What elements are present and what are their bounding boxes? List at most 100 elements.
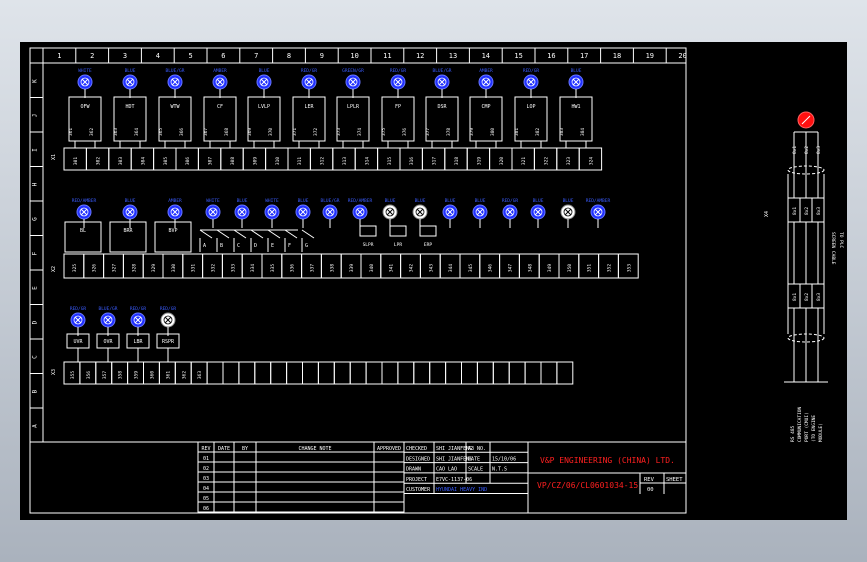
relay-box (109, 221, 147, 253)
relay-label: LER (304, 104, 314, 110)
relay-coil: BVP (154, 221, 192, 253)
relay-coil: WTW 365 366 (158, 96, 192, 148)
wire (250, 229, 264, 239)
contact: A (199, 229, 213, 252)
terminal-number: 8x2 (804, 207, 810, 215)
relay-box (389, 225, 407, 237)
terminal (270, 361, 288, 385)
info-label: DRAWN (406, 467, 421, 473)
lamp-label: AMBER (479, 68, 493, 74)
indicator-lamp: RED/AMBER (72, 198, 96, 228)
terminal (317, 361, 335, 385)
terminal-number: 303 (118, 157, 124, 165)
relay-label: ERP (424, 242, 432, 248)
terminal-number: 361 (165, 371, 171, 379)
contact: B (216, 229, 230, 252)
indicator-lamp: WHITE (77, 68, 93, 98)
terminal-number: 313 (342, 157, 348, 165)
terminal-number: 343 (428, 264, 434, 272)
info-value: 15/10/06 (492, 456, 516, 462)
rev-number: 02 (203, 466, 209, 472)
terminal-number: 334 (250, 264, 256, 272)
terminal (349, 361, 367, 385)
lamp-label: RED/GR (160, 306, 177, 312)
indicator-lamp: WHITE (264, 198, 280, 228)
drawing-frame (29, 47, 687, 514)
revision-table: REV DATE BY CHANGE NOTE APPROVED 01 02 03 04 05 06 (197, 441, 405, 513)
terminal-number: 346 (488, 264, 494, 272)
lamp-label: RED/GR (70, 306, 87, 312)
terminal-strip-x3: 355 356 357 358 359 360 361 362 363 (63, 361, 574, 385)
terminal-number: 314 (364, 157, 370, 165)
row-letter: I (32, 148, 39, 152)
column-number: 13 (449, 52, 457, 60)
column-number: 11 (383, 52, 391, 60)
indicator-lamp: BLUE (442, 198, 458, 228)
terminal-strip-x1: 301 302 303 304 305 306 307 308 309 310 311 312 313 3… (63, 147, 603, 171)
wire-number: 370 (268, 128, 274, 136)
terminal-number: 306 (185, 157, 191, 165)
column-number: 1 (57, 52, 61, 60)
column-number: 12 (416, 52, 424, 60)
relay-label: WTW (170, 104, 180, 110)
terminal-number: 357 (102, 371, 108, 379)
terminal (524, 361, 542, 385)
lamp-label: RED/GR (502, 198, 519, 204)
terminal-number: 305 (163, 157, 169, 165)
core-label: 8x1 (792, 146, 798, 154)
wire-number: 372 (313, 128, 319, 136)
drawing-sheet: 1 2 3 4 5 6 7 8 9 10 11 12 13 14 15 16 17 18 19 20 KJIHGFED… (20, 42, 847, 520)
port-note: COMMUNICATION (797, 406, 803, 442)
lamp-label: BLUE (385, 198, 396, 204)
info-label: DATE (468, 456, 480, 462)
info-label: CHECKED (406, 446, 427, 452)
wire (199, 229, 213, 239)
lamp-label: WHITE (78, 68, 92, 74)
terminal-number: 311 (297, 157, 303, 165)
rev-number: 06 (203, 506, 209, 512)
wire-number: 381 (514, 128, 520, 136)
relay-label: UVR (73, 339, 83, 345)
relay-label: HDT (125, 104, 134, 110)
wire-number: 382 (535, 128, 541, 136)
contact-label: B (220, 243, 223, 249)
wire-number: 368 (224, 128, 230, 136)
terminal-number: 359 (134, 371, 140, 379)
relay-box (419, 225, 437, 237)
relay-coil: FP 375 376 (381, 96, 415, 148)
lamp-label: AMBER (168, 198, 182, 204)
indicator-lamp: GREEN/GR (342, 68, 364, 98)
terminal (413, 361, 431, 385)
wire (301, 229, 315, 239)
column-number: 18 (613, 52, 621, 60)
indicator-lamp: BLUE (568, 68, 584, 98)
info-value: CAO LAO (436, 467, 457, 473)
row-letter: E (32, 286, 39, 290)
wire-number: 365 (158, 128, 164, 136)
column-number: 5 (188, 52, 192, 60)
terminal-number: 341 (389, 264, 395, 272)
relay-label: CF (217, 104, 223, 110)
terminal-number: 302 (96, 157, 102, 165)
terminal-number: 308 (230, 157, 236, 165)
wire-number: 375 (381, 128, 387, 136)
relay-coil: ERP (419, 225, 437, 248)
wire-number: 383 (559, 128, 565, 136)
wire-number: 380 (490, 128, 496, 136)
port-note: PORT (CMUI) (804, 412, 810, 442)
terminal-number: 322 (544, 157, 550, 165)
row-letter: C (32, 355, 39, 359)
wire-number: 369 (247, 128, 253, 136)
terminal-number: 319 (476, 157, 482, 165)
terminal-number: 347 (508, 264, 514, 272)
indicator-lamp: RED/GR (301, 68, 317, 98)
terminal-number: 344 (448, 264, 454, 272)
company-name: V&P ENGINEERING (CHINA) LTD. (540, 456, 675, 465)
relay-label: LVLP (258, 104, 270, 110)
contact-label: D (254, 243, 257, 249)
lamp-label: RED/GR (390, 68, 407, 74)
terminal-number: 356 (86, 371, 92, 379)
relay-coil: LBR (126, 333, 150, 362)
terminal-number: 318 (454, 157, 460, 165)
relay-coil: OVR (96, 333, 120, 362)
